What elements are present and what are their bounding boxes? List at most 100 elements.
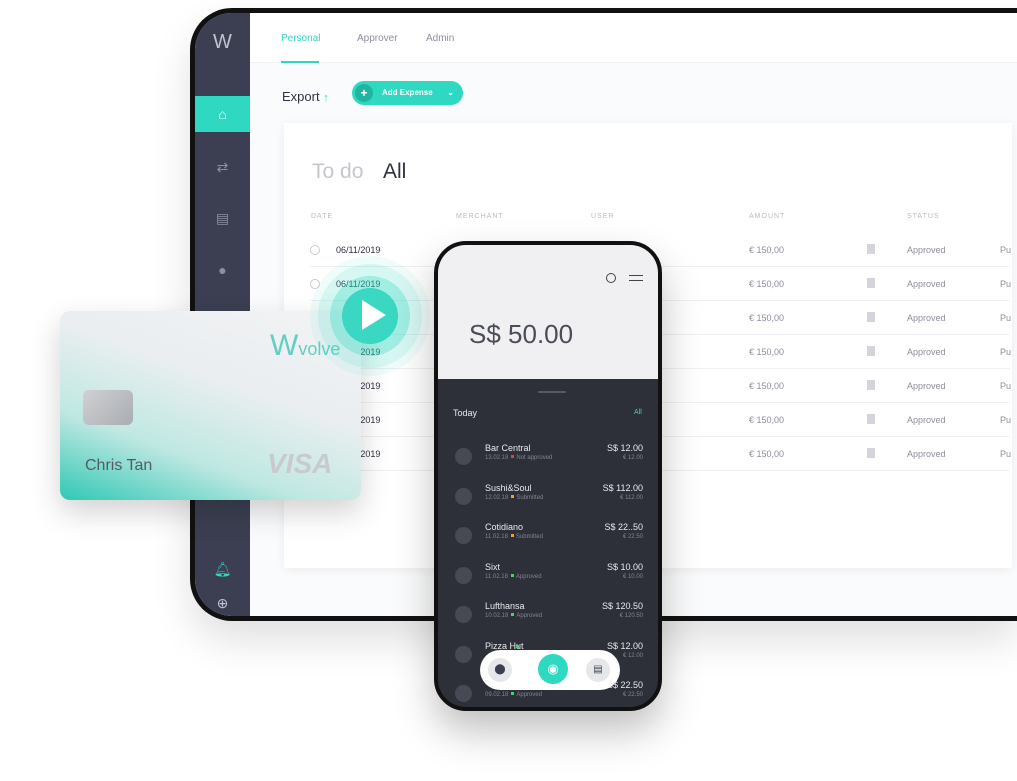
balance: S$ 50.00 [469, 319, 574, 349]
row-status: Approved [907, 245, 946, 255]
merchant-name: Cotidiano [485, 522, 524, 532]
row-extra: Pu [1000, 313, 1012, 323]
transaction-meta: 10.02.18 Approved [485, 613, 542, 619]
filter-all[interactable]: All [383, 160, 406, 184]
row-amount: € 150,00 [749, 449, 785, 459]
receipt-icon[interactable] [867, 244, 875, 254]
receipt-icon[interactable] [867, 278, 875, 288]
status-dot [511, 455, 515, 458]
column-header: DATE [311, 213, 334, 220]
transaction-item[interactable]: Lufthansa 10.02.18 Approved S$ 120.50 € 1… [438, 601, 658, 625]
tab-personal[interactable]: Personal [281, 33, 320, 44]
row-status: Approved [907, 313, 946, 323]
amount-sgd: S$ 120.50 [601, 601, 643, 611]
camera-icon[interactable]: ◉ [538, 654, 568, 684]
transaction-meta: 13.02.18 Not approved [485, 455, 552, 461]
amount-eur: € 12.00 [622, 455, 643, 461]
amount-eur: € 22.50 [622, 692, 643, 698]
status-dot [510, 573, 514, 577]
transaction-status: Submitted [515, 534, 543, 540]
merchant-name: Sixt [485, 561, 501, 572]
column-header: AMOUNT [749, 213, 786, 220]
merchant-name: Sushi&Soul [485, 482, 532, 493]
row-extra: Pu [1000, 449, 1012, 459]
amount-sgd: S$ 12.00 [606, 640, 643, 651]
row-amount: € 150,00 [749, 313, 785, 323]
transfer-icon[interactable]: ⇄ [195, 159, 250, 176]
dollar-icon[interactable]: ● [195, 262, 250, 278]
document-icon[interactable]: ▤ [195, 210, 250, 227]
row-status: Approved [907, 449, 946, 459]
chevron-down-icon[interactable]: ⌄ [447, 81, 454, 105]
row-status: Approved [907, 347, 946, 357]
transaction-date: 09.02.18 [485, 692, 509, 698]
row-extra: Pu [1000, 279, 1012, 289]
amount-eur: € 10.00 [622, 573, 643, 580]
row-amount: € 150,00 [749, 415, 785, 425]
row-amount: € 150,00 [749, 245, 785, 255]
drag-handle[interactable] [538, 391, 566, 393]
plus-icon: + [355, 84, 373, 102]
bell-icon[interactable]: 🔔︎ [195, 561, 250, 578]
merchant-avatar [455, 448, 472, 465]
receipt-icon[interactable] [867, 346, 875, 356]
transaction-item[interactable]: Sixt 11.02.18 Approved S$ 10.00 € 10.00 [438, 562, 658, 586]
logo-icon: W [213, 31, 232, 53]
play-video-button[interactable] [310, 256, 430, 376]
row-checkbox[interactable] [310, 245, 320, 255]
transaction-item[interactable]: Sushi&Soul 12.02.18 Submitted S$ 112.00 €… [438, 483, 658, 507]
add-expense-button[interactable]: + Add Expense ⌄ [352, 81, 463, 105]
row-status: Approved [907, 415, 946, 425]
transaction-date: 11.02.18 [485, 534, 508, 540]
transaction-status: Approved [516, 692, 543, 698]
receipt-icon[interactable] [867, 414, 875, 424]
column-header: MERCHANT [456, 213, 504, 220]
receipt-icon[interactable] [867, 312, 875, 322]
export-button[interactable]: Export ↑ [282, 89, 329, 104]
column-header: STATUS [907, 213, 940, 220]
transaction-item[interactable]: Bar Central 13.02.18 Not approved S$ 12.0… [438, 443, 658, 467]
top-bar: Personal Approver Admin [250, 13, 1017, 63]
visa-logo: VISA [267, 448, 333, 479]
chip-icon [83, 390, 133, 425]
amount-sgd: S$ 10.00 [606, 561, 643, 572]
all-link[interactable]: All [634, 409, 642, 416]
row-extra: Pu [1000, 381, 1012, 391]
status-dot [510, 534, 514, 537]
receipt-icon[interactable] [867, 380, 875, 390]
amount-sgd: S$ 22..50 [604, 522, 643, 532]
status-dot [511, 494, 515, 498]
merchant-avatar [455, 606, 472, 623]
transaction-meta: 12.02.18 Submitted [485, 494, 544, 501]
tab-admin[interactable]: Admin [426, 33, 454, 44]
section-title: Today [453, 408, 478, 418]
transaction-status: Approved [516, 613, 543, 619]
tab-approver[interactable]: Approver [357, 33, 398, 44]
status-dot [511, 613, 515, 616]
card-holder: Chris Tan [85, 457, 153, 474]
row-amount: € 150,00 [749, 279, 785, 289]
transaction-status: Submitted [516, 494, 544, 501]
merchant-avatar [455, 527, 472, 544]
receipt-icon[interactable]: ▤ [586, 658, 610, 682]
row-extra: Pu [1000, 245, 1012, 255]
merchant-avatar [455, 645, 472, 663]
transaction-item[interactable]: Cotidiano 11.02.18 Submitted S$ 22..50 € … [438, 522, 658, 546]
row-amount: € 150,00 [749, 347, 785, 357]
search-icon[interactable] [606, 273, 616, 283]
row-status: Approved [907, 279, 946, 289]
transaction-meta: 11.02.18 Submitted [485, 534, 543, 540]
merchant-avatar [455, 685, 472, 702]
location-icon[interactable]: ⬤ [488, 658, 512, 682]
menu-icon[interactable] [629, 275, 643, 281]
receipt-icon[interactable] [867, 448, 875, 458]
home-icon[interactable]: ⌂ [195, 96, 250, 132]
merchant-name: Bar Central [485, 443, 531, 453]
amount-eur: € 12.00 [622, 652, 643, 659]
column-header: USER [591, 213, 615, 220]
transaction-meta: 11.02.18 Approved [485, 573, 542, 580]
filter-todo[interactable]: To do [312, 160, 363, 184]
amount-eur: € 112.00 [620, 494, 643, 501]
add-icon[interactable]: ⊕ [195, 595, 250, 612]
amount-sgd: S$ 112.00 [602, 482, 643, 493]
